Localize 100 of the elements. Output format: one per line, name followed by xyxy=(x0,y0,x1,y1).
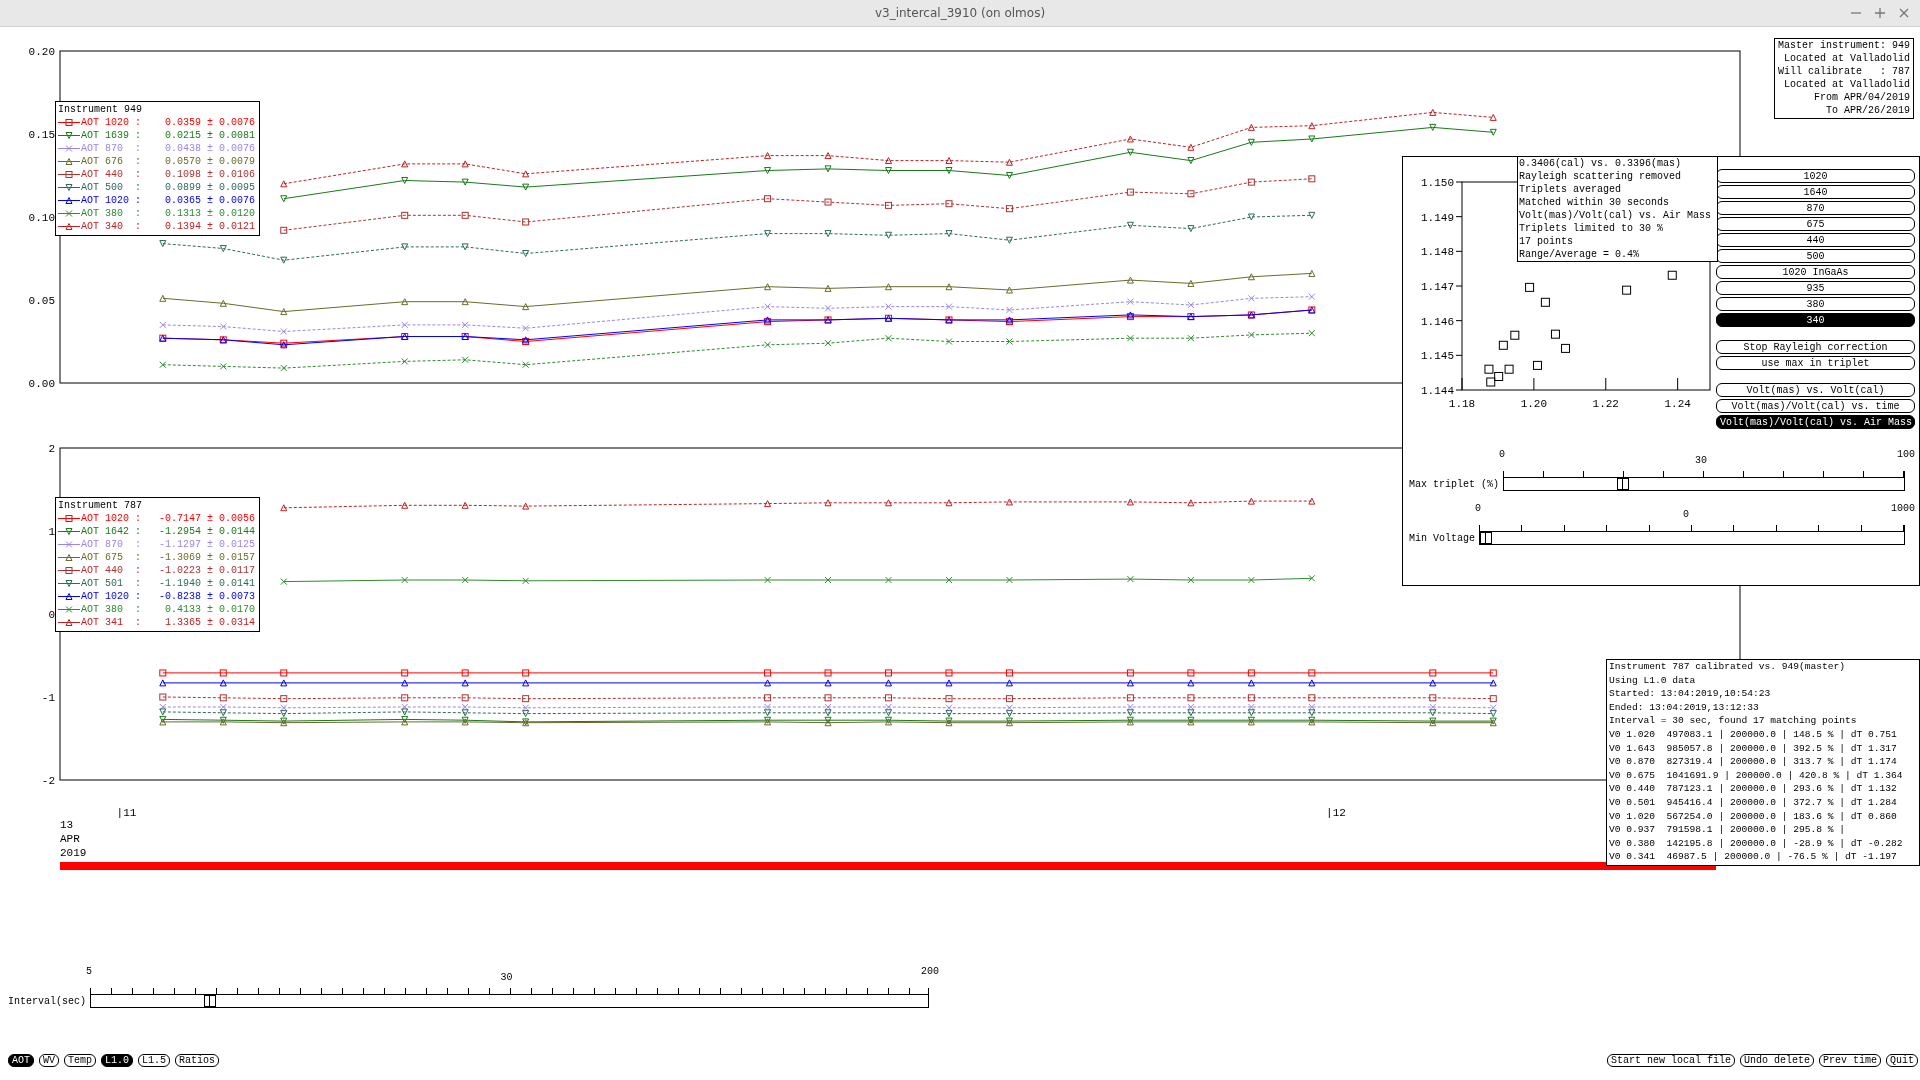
data-point xyxy=(1486,377,1496,387)
legend-separator: : xyxy=(135,155,142,168)
wavelength-button[interactable]: 340 xyxy=(1716,313,1915,327)
data-point xyxy=(1510,330,1520,340)
point xyxy=(159,708,167,716)
axis-label: 1.149 xyxy=(1421,211,1454,224)
point xyxy=(824,304,832,312)
slider-value: 30 xyxy=(499,971,514,983)
point xyxy=(401,694,409,702)
legend-value: -0.7147 ± 0.0056 xyxy=(158,512,255,525)
info-text: V0 0.501 945416.4 | 200000.0 | 372.7 % | dT 1.284 xyxy=(1609,795,1898,810)
mode-button[interactable]: Ratios xyxy=(175,1054,220,1067)
point xyxy=(885,157,893,165)
point xyxy=(1247,497,1255,505)
info-text: Triplets averaged xyxy=(1519,183,1623,196)
mode-button[interactable]: WV xyxy=(39,1054,60,1067)
slider-value: 0 xyxy=(1682,508,1690,520)
mode-button[interactable]: Temp xyxy=(64,1054,97,1067)
data-point xyxy=(1525,282,1535,292)
wavelength-button[interactable]: 935 xyxy=(1716,281,1915,295)
point xyxy=(824,165,832,173)
action-button[interactable]: Undo delete xyxy=(1739,1054,1814,1067)
wavelength-button[interactable]: 500 xyxy=(1716,249,1915,263)
point xyxy=(885,231,893,239)
point xyxy=(219,323,227,331)
point xyxy=(1187,694,1195,702)
slider-handle[interactable] xyxy=(1480,532,1492,544)
mode-button[interactable]: L1.5 xyxy=(138,1054,171,1067)
wavelength-button[interactable]: 675 xyxy=(1716,217,1915,231)
mode-button[interactable]: L1.0 xyxy=(101,1054,134,1067)
info-text: Rayleigh scattering removed xyxy=(1519,170,1683,183)
point xyxy=(159,294,167,302)
point xyxy=(522,324,530,332)
option-button[interactable]: Stop Rayleigh correction xyxy=(1716,340,1915,354)
slider[interactable] xyxy=(90,994,929,1008)
axis-label: 2 xyxy=(48,443,55,455)
point xyxy=(461,703,469,711)
wavelength-button[interactable]: 1640 xyxy=(1716,185,1915,199)
point xyxy=(885,709,893,717)
point xyxy=(401,298,409,306)
point xyxy=(280,364,288,372)
point xyxy=(945,230,953,238)
point xyxy=(1005,498,1013,506)
slider-handle[interactable] xyxy=(1616,478,1629,490)
point xyxy=(824,284,832,292)
slider-handle[interactable] xyxy=(204,995,217,1007)
axis-label: 0 xyxy=(48,609,55,621)
slider[interactable] xyxy=(1503,477,1905,491)
wavelength-button[interactable]: 380 xyxy=(1716,297,1915,311)
point xyxy=(159,669,167,677)
point xyxy=(401,501,409,509)
point xyxy=(1247,294,1255,302)
point xyxy=(1126,498,1134,506)
action-button[interactable]: Start new local file xyxy=(1606,1054,1735,1067)
legend-value: 0.0570 ± 0.0079 xyxy=(164,155,255,168)
point xyxy=(764,341,772,349)
plot-mode-button[interactable]: Volt(mas)/Volt(cal) vs. time xyxy=(1716,399,1915,413)
legend-line-icon xyxy=(58,221,80,232)
point xyxy=(764,195,772,203)
info-text: V0 1.020 567254.0 | 200000.0 | 183.6 % | dT 0.860 xyxy=(1609,809,1898,824)
point xyxy=(401,176,409,184)
option-button[interactable]: use max in triplet xyxy=(1716,356,1915,370)
point xyxy=(461,356,469,364)
axis-label: 0.15 xyxy=(28,129,55,141)
point xyxy=(522,502,530,510)
legend-label: AOT 341 xyxy=(81,616,124,629)
point xyxy=(280,195,288,203)
slider-label: Max triplet (%) xyxy=(1409,479,1499,490)
point xyxy=(824,198,832,206)
mode-button[interactable]: AOT xyxy=(8,1054,34,1067)
point xyxy=(1187,157,1195,165)
point xyxy=(159,361,167,369)
point xyxy=(1005,205,1013,213)
point xyxy=(1308,703,1316,711)
point xyxy=(1308,574,1316,582)
wavelength-button[interactable]: 870 xyxy=(1716,201,1915,215)
slider[interactable] xyxy=(1479,531,1905,545)
point xyxy=(280,710,288,718)
wavelength-button[interactable]: 1020 InGaAs xyxy=(1716,265,1915,279)
action-button[interactable]: Prev time xyxy=(1818,1054,1881,1067)
plot-mode-button[interactable]: Volt(mas)/Volt(cal) vs. Air Mass xyxy=(1716,415,1915,429)
axis-label: 0.10 xyxy=(28,212,55,224)
point xyxy=(522,695,530,703)
point xyxy=(824,709,832,717)
legend-label: AOT 1639 xyxy=(81,129,130,142)
point xyxy=(764,283,772,291)
wavelength-button[interactable]: 440 xyxy=(1716,233,1915,247)
legend-label: AOT 676 xyxy=(81,155,124,168)
info-text: V0 0.341 46987.5 | 200000.0 | -76.5 % | dT -1.197 xyxy=(1609,850,1898,864)
point xyxy=(1247,213,1255,221)
data-point xyxy=(1494,372,1504,381)
point xyxy=(461,321,469,329)
wavelength-button[interactable]: 1020 xyxy=(1716,169,1915,183)
legend-line-icon xyxy=(58,526,80,537)
point xyxy=(159,693,167,701)
data-point xyxy=(1667,270,1677,280)
action-button[interactable]: Quit xyxy=(1886,1054,1918,1067)
slider-label: Interval(sec) xyxy=(8,996,86,1007)
plot-mode-button[interactable]: Volt(mas) vs. Volt(cal) xyxy=(1716,383,1915,397)
point xyxy=(1247,138,1255,146)
